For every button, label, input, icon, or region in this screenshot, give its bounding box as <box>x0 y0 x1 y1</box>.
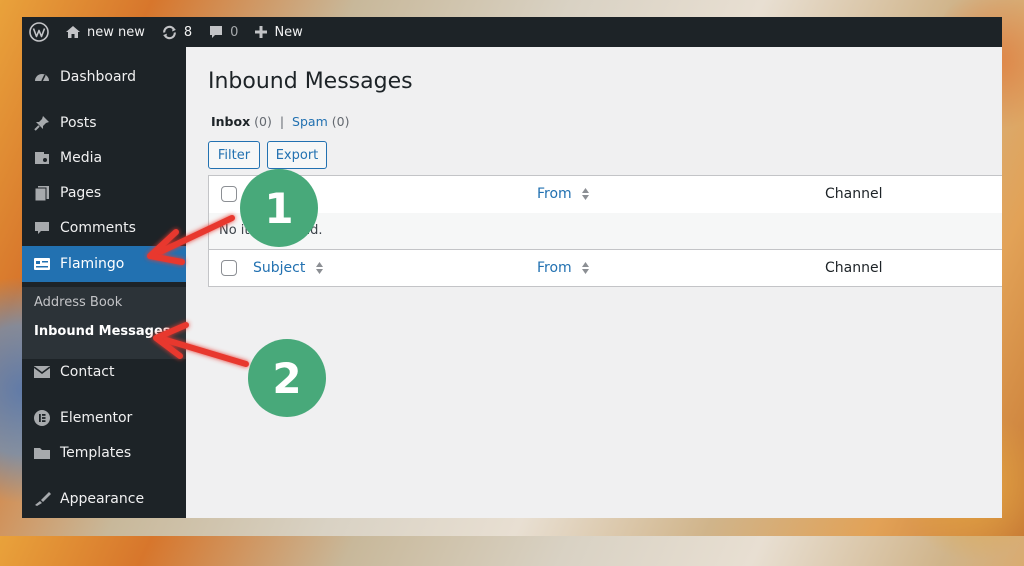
select-all-checkbox[interactable] <box>221 186 237 202</box>
site-name-label: new new <box>87 24 145 40</box>
sidebar-item-label: Comments <box>60 220 136 236</box>
comment-bubble-icon <box>210 26 223 38</box>
mail-icon <box>32 362 52 382</box>
plus-icon <box>255 26 268 38</box>
brush-icon <box>32 489 52 509</box>
column-channel-header: Channel <box>825 186 883 202</box>
comments-link[interactable]: 0 <box>200 17 246 47</box>
elementor-icon <box>32 408 52 428</box>
comments-count: 0 <box>230 24 239 40</box>
updates-count: 8 <box>183 24 193 40</box>
pin-icon <box>32 113 52 133</box>
sidebar-item-label: Contact <box>60 364 115 380</box>
column-from-label: From <box>537 186 572 202</box>
column-from-label: From <box>537 260 572 276</box>
new-label: New <box>274 24 303 40</box>
sort-arrows-icon <box>315 262 323 274</box>
dashboard-icon <box>32 67 52 87</box>
sidebar-item-label: Appearance <box>60 491 145 507</box>
sidebar-item-flamingo[interactable]: Flamingo <box>22 246 186 282</box>
inbox-count: (0) <box>254 114 272 129</box>
sidebar-item-label: Pages <box>60 185 102 201</box>
column-from-header[interactable]: From <box>537 186 590 202</box>
flamingo-icon <box>32 254 52 274</box>
sidebar-item-label: Dashboard <box>60 69 136 85</box>
column-channel-footer: Channel <box>825 260 883 276</box>
sidebar-item-comments[interactable]: Comments <box>22 211 186 245</box>
inbox-view-link[interactable]: Inbox <box>211 114 250 129</box>
admin-bar: new new 8 0 New <box>22 17 1002 47</box>
messages-table: Subject From Channel No items found. Sub… <box>208 175 1002 287</box>
site-name-link[interactable]: new new <box>57 17 153 47</box>
updates-icon <box>163 25 176 39</box>
submenu-item-inbound-messages[interactable]: Inbound Messages <box>34 324 171 339</box>
export-button[interactable]: Export <box>267 141 327 169</box>
column-subject-footer[interactable]: Subject <box>253 260 324 276</box>
sidebar-item-label: Flamingo <box>60 256 125 272</box>
home-icon <box>66 26 80 38</box>
main-content: Inbound Messages Inbox (0) | Spam (0) Fi… <box>186 47 1002 518</box>
spam-view-link[interactable]: Spam <box>292 114 328 129</box>
sidebar-item-label: Posts <box>60 115 97 131</box>
sidebar-item-media[interactable]: Media <box>22 141 186 175</box>
step-badge-1: 1 <box>240 169 318 247</box>
sidebar-item-pages[interactable]: Pages <box>22 176 186 210</box>
sidebar-item-templates[interactable]: Templates <box>22 436 186 470</box>
sidebar-item-posts[interactable]: Posts <box>22 106 186 140</box>
sidebar-item-contact[interactable]: Contact <box>22 355 186 389</box>
folder-icon <box>32 443 52 463</box>
media-icon <box>32 148 52 168</box>
sidebar-item-label: Media <box>60 150 103 166</box>
updates-link[interactable]: 8 <box>153 17 200 47</box>
wordpress-logo-button[interactable] <box>22 17 57 47</box>
views-separator: | <box>279 114 285 129</box>
sort-arrows-icon <box>582 188 590 200</box>
submenu-item-address-book[interactable]: Address Book <box>34 295 122 310</box>
sidebar-item-elementor[interactable]: Elementor <box>22 401 186 435</box>
status-views: Inbox (0) | Spam (0) <box>211 114 349 129</box>
filter-button[interactable]: Filter <box>208 141 260 169</box>
sort-arrows-icon <box>582 262 590 274</box>
column-subject-label: Subject <box>253 260 306 276</box>
sidebar-item-dashboard[interactable]: Dashboard <box>22 60 186 94</box>
sidebar-item-appearance[interactable]: Appearance <box>22 482 186 516</box>
wordpress-logo-icon <box>29 22 49 42</box>
column-from-footer[interactable]: From <box>537 260 590 276</box>
page-title: Inbound Messages <box>208 69 413 94</box>
flamingo-submenu: Address Book Inbound Messages <box>22 287 186 359</box>
wordpress-admin-window: new new 8 0 New Dashboard Posts Media Pa… <box>22 17 1002 518</box>
table-header-row: Subject From Channel <box>209 176 1002 214</box>
new-content-link[interactable]: New <box>246 17 310 47</box>
step-badge-2: 2 <box>248 339 326 417</box>
pages-icon <box>32 183 52 203</box>
sidebar-item-label: Elementor <box>60 410 133 426</box>
admin-sidebar: Dashboard Posts Media Pages Comments Fla… <box>22 47 186 518</box>
spam-count: (0) <box>331 114 350 129</box>
table-empty-row: No items found. <box>209 213 1002 250</box>
table-footer-row: Subject From Channel <box>209 250 1002 287</box>
select-all-checkbox-footer[interactable] <box>221 260 237 276</box>
comment-icon <box>32 218 52 238</box>
sidebar-item-label: Templates <box>60 445 132 461</box>
